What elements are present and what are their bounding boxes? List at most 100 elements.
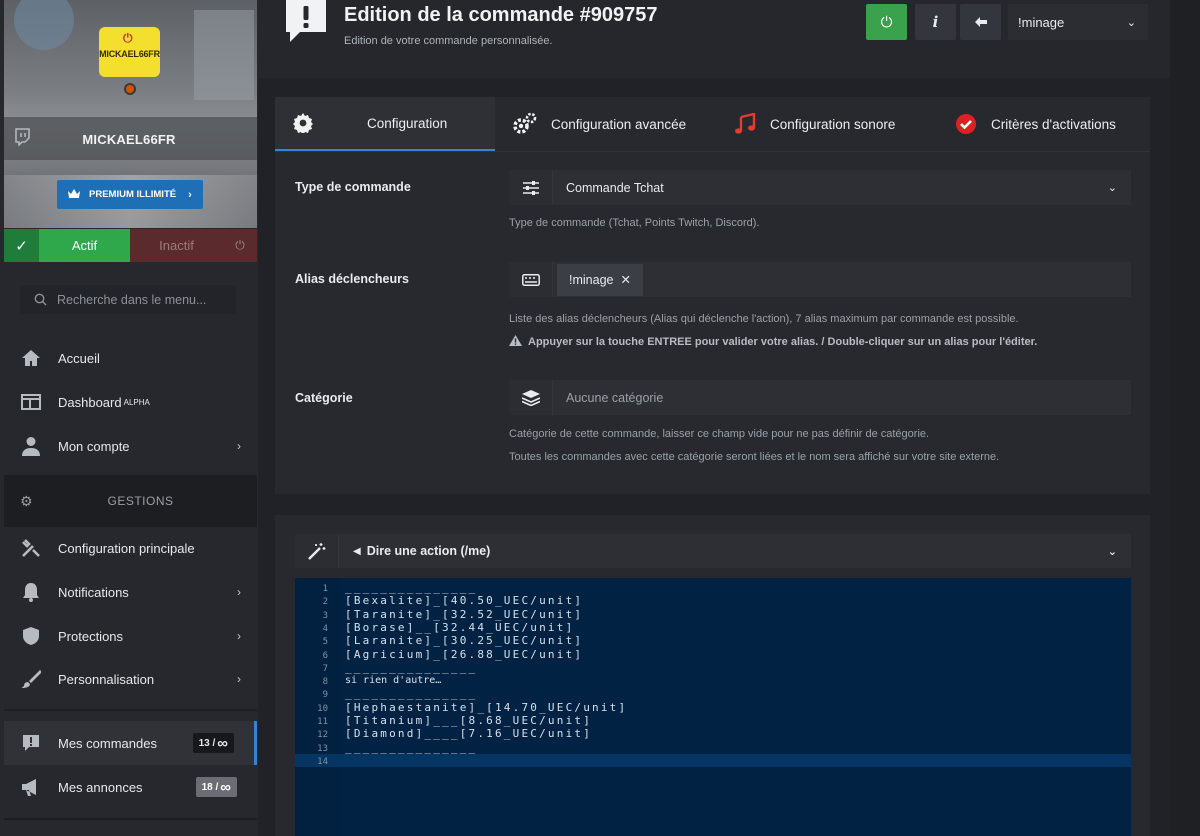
sidebar-item-notifications[interactable]: Notifications › xyxy=(4,570,257,614)
editor-line[interactable]: 2 [Bexalite]_[40.50_UEC/unit] xyxy=(295,594,1131,607)
sidebar-item-accueil[interactable]: Accueil xyxy=(4,336,257,380)
line-text: [Laranite]_[30.25_UEC/unit] xyxy=(345,634,584,648)
divider xyxy=(4,709,257,711)
type-select[interactable]: Commande Tchat ⌄ xyxy=(509,170,1131,205)
info-button[interactable]: i xyxy=(915,4,956,40)
editor-line[interactable]: 7 _______________ xyxy=(295,661,1131,674)
shield-icon xyxy=(20,626,42,646)
avatar[interactable]: ⏻ MICKAEL66FR xyxy=(99,27,160,77)
editor-line[interactable]: 12 [Diamond]____[7.16_UEC/unit] xyxy=(295,727,1131,740)
close-icon[interactable]: ✕ xyxy=(620,272,630,287)
command-select-value: !minage xyxy=(1018,14,1065,30)
tab-configuration-sonore[interactable]: Configuration sonore xyxy=(734,97,895,151)
avatar-text: MICKAEL66FR xyxy=(99,49,160,59)
editor-line[interactable]: 14 xyxy=(295,753,1131,768)
sidebar-item-personnalisation[interactable]: Personnalisation › xyxy=(4,657,257,701)
status-dot xyxy=(124,83,136,95)
cover-decoration xyxy=(194,10,254,100)
premium-button[interactable]: PREMIUM ILLIMITÉ › xyxy=(57,180,203,209)
crown-icon xyxy=(67,188,81,202)
alias-warning: Appuyer sur la touche ENTREE pour valide… xyxy=(509,335,1037,349)
tab-label: Configuration xyxy=(367,115,448,131)
sidebar-item-label: Mes annonces xyxy=(58,779,143,795)
sidebar-item-compte[interactable]: Mon compte › xyxy=(4,424,257,468)
line-text: _______________ xyxy=(345,740,478,754)
sidebar-item-label: Mes commandes xyxy=(58,735,157,751)
categorie-input[interactable]: Aucune catégorie xyxy=(509,380,1131,415)
editor-line[interactable]: 3 [Taranite]_[32.52_UEC/unit] xyxy=(295,608,1131,621)
gear-icon xyxy=(293,113,313,133)
divider xyxy=(275,151,1150,152)
chevron-down-icon: ⌄ xyxy=(1107,182,1117,194)
line-text: si rien d'autre… xyxy=(345,675,442,687)
sidebar-item-commandes[interactable]: Mes commandes 13 /∞ xyxy=(4,721,257,765)
section-gestions: ⚙ GESTIONS xyxy=(4,475,257,527)
tab-configuration-avancee[interactable]: Configuration avancée xyxy=(513,97,686,151)
sidebar-item-label: Configuration principale xyxy=(58,540,195,556)
editor-line[interactable]: 9 _______________ xyxy=(295,687,1131,700)
line-text: [Hephaestanite]_[14.70_UEC/unit] xyxy=(345,700,628,714)
tab-configuration[interactable]: Configuration xyxy=(275,97,495,151)
categorie-placeholder: Aucune catégorie xyxy=(566,390,664,405)
editor-line[interactable]: 1 _______________ xyxy=(295,581,1131,594)
line-text: [Titanium]___[8.68_UEC/unit] xyxy=(345,714,593,727)
toggle-active[interactable]: Actif xyxy=(39,229,130,262)
tab-criteres-activations[interactable]: Critères d'activations xyxy=(955,97,1116,151)
tab-bar: Configuration Configuration avancée Conf… xyxy=(275,97,1150,151)
editor-line[interactable]: 6 [Agricium]_[26.88_UEC/unit] xyxy=(295,648,1131,661)
divider xyxy=(4,818,257,820)
line-text: _______________ xyxy=(345,581,478,594)
editor-line[interactable]: 13 _______________ xyxy=(295,741,1131,754)
editor-line[interactable]: 8 si rien d'autre… xyxy=(295,674,1131,687)
menu-search[interactable]: Recherche dans le menu... xyxy=(20,285,236,314)
premium-label: PREMIUM ILLIMITÉ xyxy=(89,189,177,200)
categorie-help-2: Toutes les commandes avec cette catégori… xyxy=(509,451,1000,463)
chevron-down-icon: ⌄ xyxy=(1126,16,1136,29)
power-button[interactable]: ⏻ xyxy=(866,4,907,40)
line-text: [Diamond]____[7.16_UEC/unit] xyxy=(345,727,593,741)
editor-line[interactable]: 10 [Hephaestanite]_[14.70_UEC/unit] xyxy=(295,701,1131,714)
sidebar-item-configuration[interactable]: Configuration principale xyxy=(4,526,257,570)
bullhorn-icon: ◀ xyxy=(353,545,361,557)
type-label: Type de commande xyxy=(295,180,411,194)
page-subtitle: Edition de votre commande personnalisée. xyxy=(344,35,553,47)
action-select[interactable]: ◀ Dire une action (/me) ⌄ xyxy=(295,534,1131,568)
user-icon xyxy=(20,436,42,456)
editor-line[interactable]: 4 [Borase]__[32.44_UEC/unit] xyxy=(295,621,1131,634)
line-text: _______________ xyxy=(345,660,478,674)
home-icon xyxy=(20,348,42,368)
comment-alert-icon xyxy=(20,733,42,753)
sidebar-item-label: Mon compte xyxy=(58,438,130,454)
toggle-inactive[interactable]: Inactif xyxy=(130,229,223,262)
keyboard-icon xyxy=(509,262,553,297)
commandes-count-badge: 13 /∞ xyxy=(192,733,234,753)
line-text: [Bexalite]_[40.50_UEC/unit] xyxy=(345,594,584,608)
sidebar-item-protections[interactable]: Protections › xyxy=(4,614,257,658)
chevron-right-icon: › xyxy=(188,188,192,201)
command-select[interactable]: !minage ⌄ xyxy=(1008,4,1148,40)
power-icon: ⏻ xyxy=(123,31,133,45)
search-icon xyxy=(34,293,47,306)
chevron-right-icon: › xyxy=(237,672,241,686)
sidebar-item-label: Personnalisation xyxy=(58,671,155,687)
sidebar: ⏻ MICKAEL66FR MICKAEL66FR PREMIUM ILLIMI… xyxy=(0,0,258,836)
alias-tag[interactable]: !minage ✕ xyxy=(557,263,643,296)
sidebar-item-annonces[interactable]: Mes annonces 18 /∞ xyxy=(4,765,257,809)
gears-icon: ⚙ xyxy=(20,492,34,509)
code-editor[interactable]: 1 _______________ 2 [Bexalite]_[40.50_UEC/u… xyxy=(295,578,1131,836)
check-icon[interactable]: ✓ xyxy=(4,229,39,262)
editor-line[interactable]: 5 [Laranite]_[30.25_UEC/unit] xyxy=(295,634,1131,647)
layers-icon xyxy=(509,380,553,415)
username: MICKAEL66FR xyxy=(82,132,176,147)
alias-input[interactable]: !minage ✕ xyxy=(509,262,1131,297)
status-toggle: ✓ Actif Inactif ⏻ xyxy=(4,229,257,262)
line-text: [Borase]__[32.44_UEC/unit] xyxy=(345,620,575,634)
bell-icon xyxy=(20,582,42,602)
sidebar-item-dashboard[interactable]: Dashboard ALPHA xyxy=(4,380,257,424)
back-button[interactable] xyxy=(960,4,1001,40)
sliders-icon xyxy=(509,170,553,205)
categorie-help: Catégorie de cette commande, laisser ce … xyxy=(509,428,930,440)
type-help: Type de commande (Tchat, Points Twitch, … xyxy=(509,217,760,229)
editor-line[interactable]: 11 [Titanium]___[8.68_UEC/unit] xyxy=(295,714,1131,727)
power-icon[interactable]: ⏻ xyxy=(223,229,257,262)
